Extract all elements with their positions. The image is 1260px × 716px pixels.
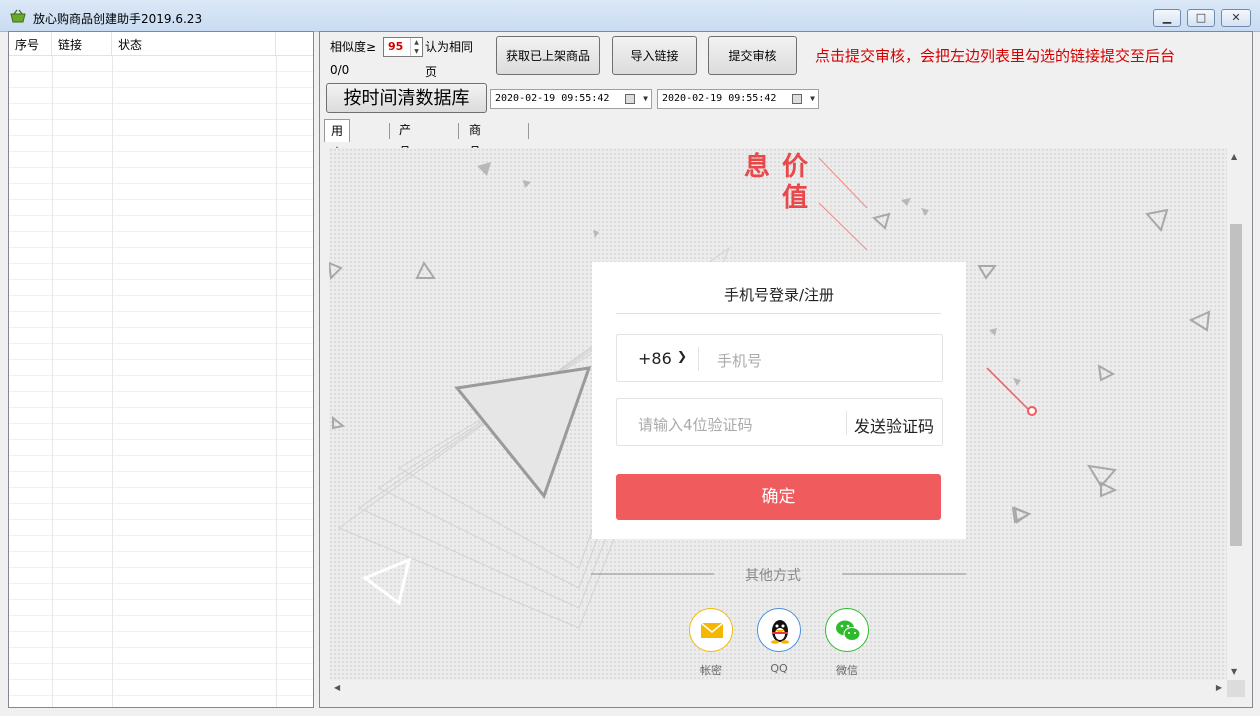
calendar-icon[interactable] xyxy=(792,94,802,104)
column-header-status[interactable]: 状态 xyxy=(112,32,276,56)
tab-user-login[interactable]: 用户登录 xyxy=(324,119,351,204)
field-divider xyxy=(846,411,847,435)
similarity-label: 相似度≥ xyxy=(330,40,377,54)
date-to-picker[interactable]: 2020-02-19 09:55:42 ▼ xyxy=(657,89,819,109)
similarity-value: 95 xyxy=(388,40,404,53)
grid-divider xyxy=(52,56,53,707)
brand-char: 息 xyxy=(744,152,771,182)
send-code-button[interactable]: 发送验证码 xyxy=(854,413,934,437)
minimize-button[interactable]: ▁ xyxy=(1153,9,1181,27)
chevron-down-icon[interactable]: ▼ xyxy=(643,90,648,108)
clear-database-button[interactable]: 按时间清数据库 xyxy=(326,83,487,113)
maximize-icon: □ xyxy=(1195,11,1207,24)
horizontal-scrollbar[interactable]: ◀ ▶ xyxy=(329,680,1227,697)
login-card: 手机号登录/注册 +86 ❯ 手机号 请输入4位验证码 发送验证码 确定 xyxy=(592,262,966,539)
phone-input[interactable]: 手机号 xyxy=(717,350,762,371)
submit-review-button[interactable]: 提交审核 xyxy=(708,36,797,75)
scroll-thumb[interactable] xyxy=(1230,224,1242,546)
spin-down-icon[interactable]: ▼ xyxy=(411,47,422,56)
tab-divider xyxy=(458,123,459,139)
basket-icon xyxy=(10,9,26,23)
link-list[interactable]: 序号 链接 状态 xyxy=(8,31,314,708)
date-to-value: 2020-02-19 09:55:42 xyxy=(662,93,777,104)
wechat-login-label: 微信 xyxy=(836,664,858,677)
qq-login-label: QQ xyxy=(770,662,788,675)
scroll-corner xyxy=(1227,680,1245,697)
close-button[interactable]: ✕ xyxy=(1221,9,1251,27)
similarity-spinner[interactable]: 95 ▲ ▼ xyxy=(383,37,423,57)
chevron-down-icon[interactable]: ▼ xyxy=(810,90,815,108)
grid-divider xyxy=(276,56,277,707)
close-icon: ✕ xyxy=(1231,11,1241,24)
field-divider xyxy=(698,347,699,371)
date-from-value: 2020-02-19 09:55:42 xyxy=(495,93,610,104)
verification-code-field[interactable]: 请输入4位验证码 发送验证码 xyxy=(616,398,943,446)
code-input[interactable]: 请输入4位验证码 xyxy=(638,414,753,435)
vertical-scrollbar[interactable]: ▲ ▼ xyxy=(1227,148,1245,680)
brand-char: 值 xyxy=(782,183,809,213)
divider xyxy=(616,313,941,314)
column-header-link[interactable]: 链接 xyxy=(52,32,112,56)
minimize-icon: ▁ xyxy=(1162,11,1172,24)
scroll-down-icon[interactable]: ▼ xyxy=(1231,667,1237,676)
mail-icon xyxy=(700,622,724,638)
fetch-listed-products-button[interactable]: 获取已上架商品 xyxy=(496,36,600,75)
account-login-label: 帐密 xyxy=(700,664,722,677)
wechat-login-button[interactable] xyxy=(825,608,869,652)
chevron-down-icon[interactable]: ❯ xyxy=(677,349,687,363)
import-links-button[interactable]: 导入链接 xyxy=(612,36,697,75)
spinner-arrows[interactable]: ▲ ▼ xyxy=(410,38,422,56)
tab-divider xyxy=(528,123,529,139)
wechat-icon xyxy=(836,620,861,641)
login-title: 手机号登录/注册 xyxy=(723,286,835,304)
qq-login-button[interactable] xyxy=(757,608,801,652)
same-page-label-2: 页 xyxy=(425,65,438,79)
scroll-up-icon[interactable]: ▲ xyxy=(1231,152,1237,161)
maximize-button[interactable]: □ xyxy=(1187,9,1215,27)
confirm-button[interactable]: 确定 xyxy=(616,474,941,520)
window-title: 放心购商品创建助手2019.6.23 xyxy=(33,12,203,26)
country-code-select[interactable]: +86 xyxy=(638,349,672,368)
phone-field[interactable]: +86 ❯ 手机号 xyxy=(616,334,943,382)
list-header: 序号 链接 状态 xyxy=(9,32,313,56)
column-header-index[interactable]: 序号 xyxy=(9,32,52,56)
tab-divider xyxy=(389,123,390,139)
date-from-picker[interactable]: 2020-02-19 09:55:42 ▼ xyxy=(490,89,652,109)
title-bar: 放心购商品创建助手2019.6.23 ▁ □ ✕ xyxy=(0,0,1260,32)
same-page-label: 认为相同 xyxy=(425,40,474,54)
tab-main-image[interactable]: 商品主图 xyxy=(463,119,487,203)
account-login-button[interactable] xyxy=(689,608,733,652)
list-grid xyxy=(9,56,313,707)
submit-hint: 点击提交审核，会把左边列表里勾选的链接提交至后台 xyxy=(815,47,1176,65)
calendar-icon[interactable] xyxy=(625,94,635,104)
other-methods-label: 其他方式 xyxy=(745,568,801,584)
progress-counter: 0/0 xyxy=(330,63,350,77)
grid-divider xyxy=(112,56,113,707)
qq-icon xyxy=(771,620,789,644)
tab-product-params[interactable]: 产品参数 xyxy=(393,119,417,203)
scroll-left-icon[interactable]: ◀ xyxy=(334,683,340,692)
spin-up-icon[interactable]: ▲ xyxy=(411,38,422,47)
scroll-right-icon[interactable]: ▶ xyxy=(1216,683,1222,692)
